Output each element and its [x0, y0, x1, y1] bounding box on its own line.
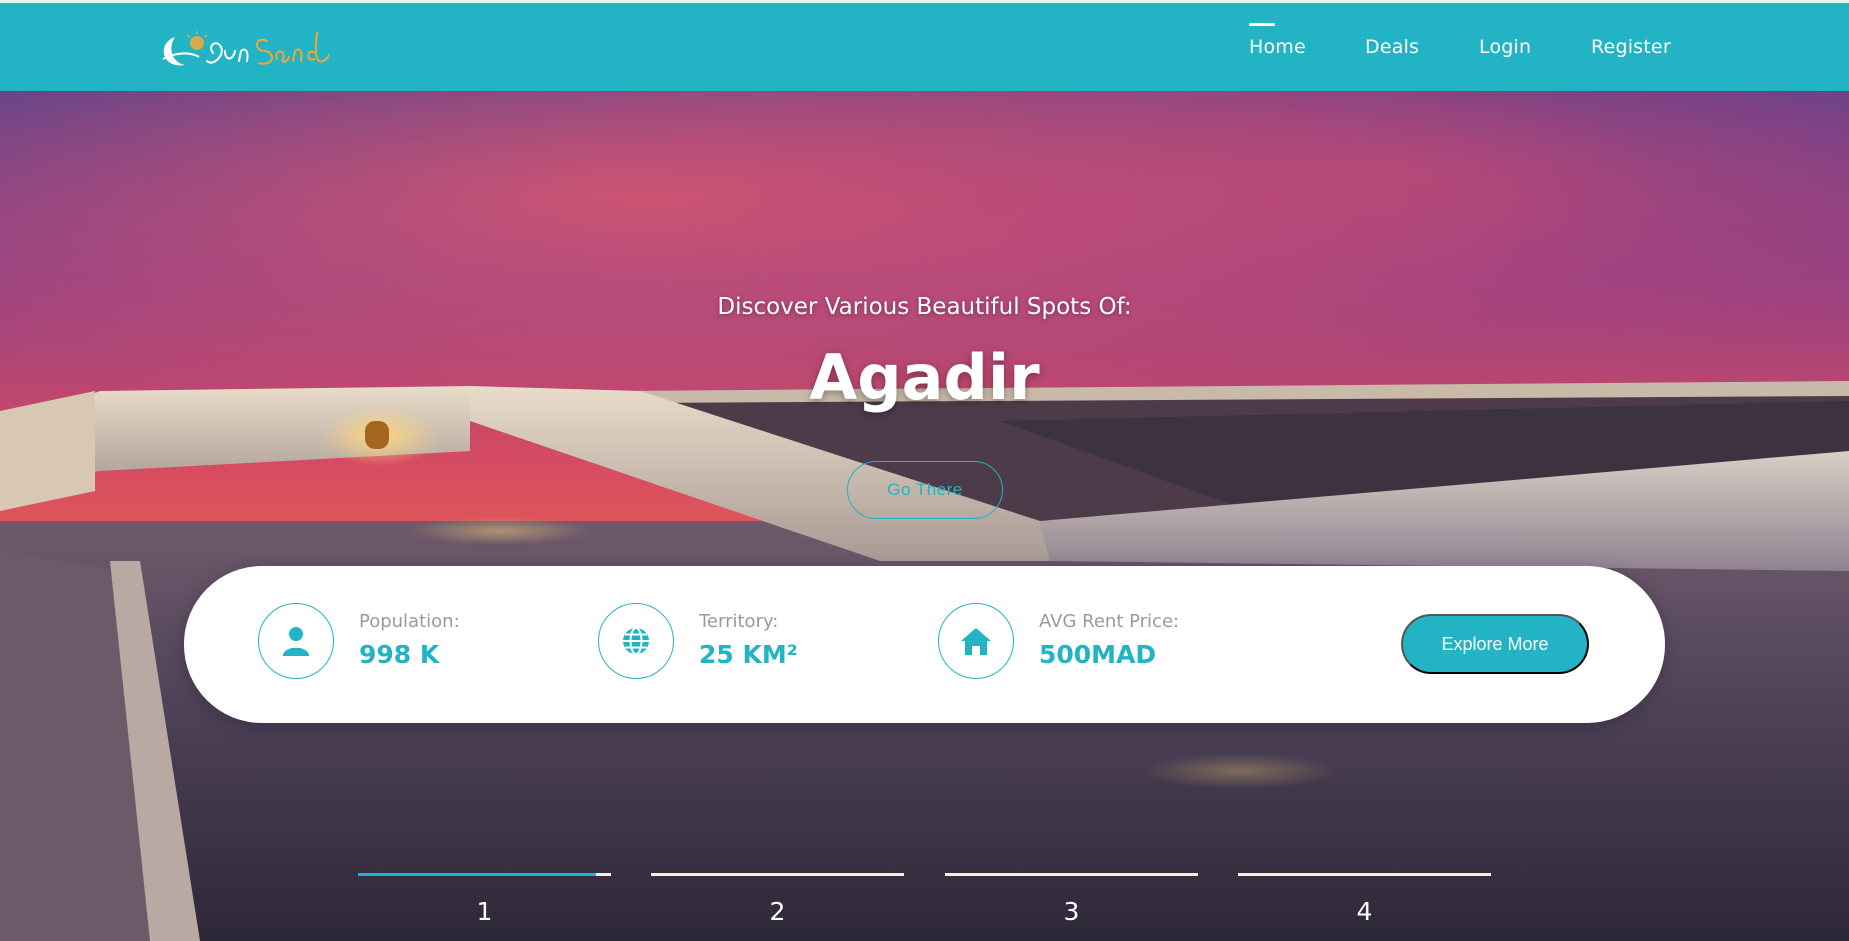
slide-progress-track [1238, 873, 1491, 876]
top-navbar: Home Deals Login Register [0, 0, 1849, 91]
territory-label: Territory: [699, 611, 779, 632]
hero-slider: Discover Various Beautiful Spots Of: Aga… [0, 91, 1849, 941]
slide-progress-track [945, 873, 1198, 876]
main-nav: Home Deals Login Register [0, 3, 1849, 91]
nav-login-link[interactable]: Login [1479, 36, 1531, 58]
population-label: Population: [359, 611, 460, 632]
population-stat: Population: 998 K [258, 603, 518, 683]
go-there-button[interactable]: Go There [847, 461, 1003, 519]
territory-stat: Territory: 25 KM² [598, 603, 858, 683]
slide-page-3[interactable]: 3 [945, 873, 1198, 933]
hero-title: Agadir [809, 341, 1040, 414]
rent-price-value: 500MAD [1039, 640, 1157, 669]
nav-home-link[interactable]: Home [1249, 23, 1306, 58]
slide-page-1[interactable]: 1 [358, 873, 611, 933]
nav-register-link[interactable]: Register [1591, 36, 1671, 58]
territory-value: 25 KM² [699, 640, 798, 669]
globe-icon [598, 603, 674, 679]
rent-price-label: AVG Rent Price: [1039, 611, 1180, 632]
hero-subtitle: Discover Various Beautiful Spots Of: [717, 294, 1132, 320]
slide-number: 4 [1356, 897, 1373, 926]
explore-more-button[interactable]: Explore More [1401, 614, 1589, 674]
slide-number: 3 [1063, 897, 1080, 926]
user-icon [258, 603, 334, 679]
slide-page-4[interactable]: 4 [1238, 873, 1491, 933]
nav-deals-link[interactable]: Deals [1365, 36, 1419, 58]
destination-info-card: Population: 998 K Territory: 25 KM² AVG … [184, 566, 1665, 723]
population-value: 998 K [359, 640, 440, 669]
slide-number: 2 [769, 897, 786, 926]
slide-number: 1 [476, 897, 493, 926]
slide-progress-fill [358, 873, 596, 876]
rent-price-stat: AVG Rent Price: 500MAD [938, 603, 1238, 683]
slide-page-2[interactable]: 2 [651, 873, 904, 933]
home-icon [938, 603, 1014, 679]
slide-progress-track [651, 873, 904, 876]
